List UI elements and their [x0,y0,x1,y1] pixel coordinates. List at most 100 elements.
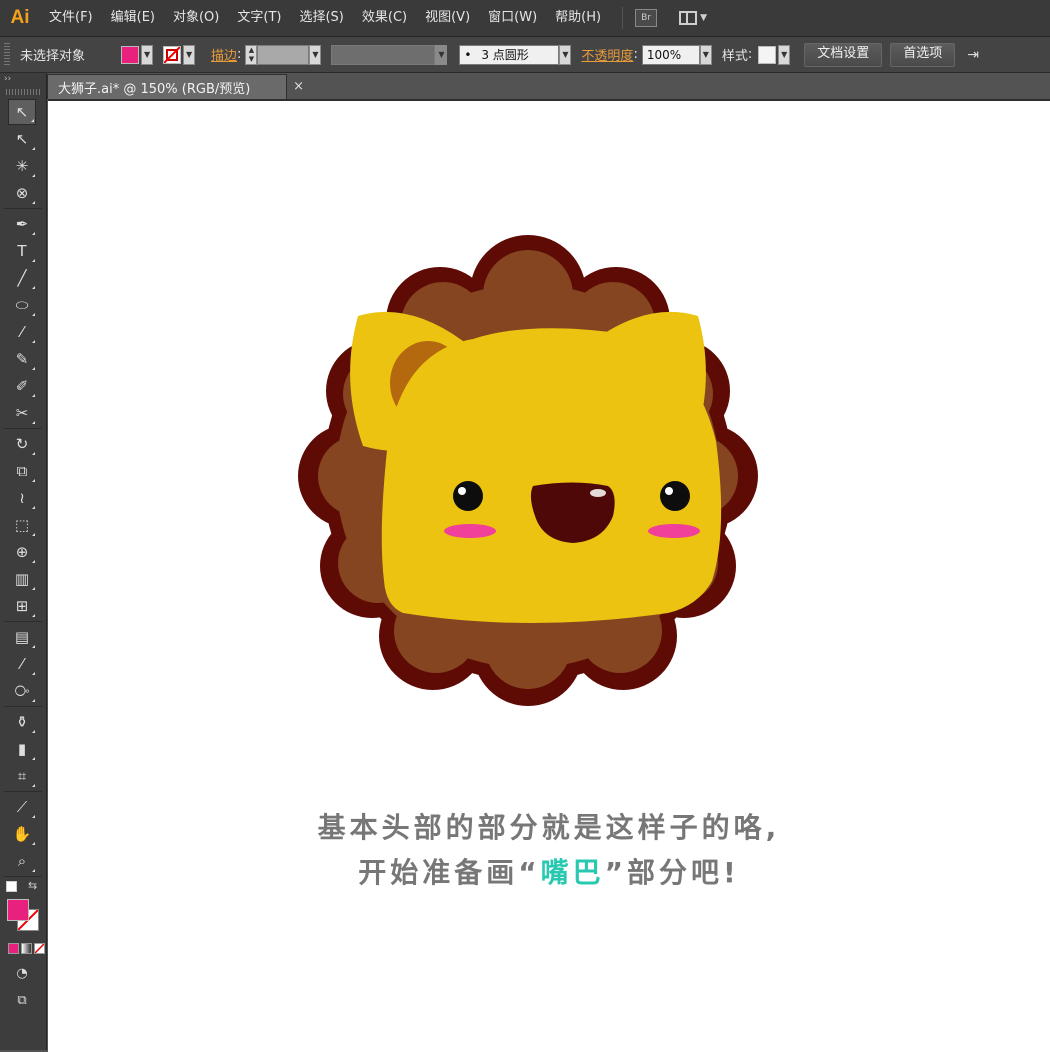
stroke-weight-field[interactable] [257,44,310,65]
screen-mode-icon[interactable]: ⧉ [8,987,36,1013]
pen-tool-icon[interactable]: ✒ [8,211,36,237]
rotate-tool-icon[interactable]: ↻ [8,431,36,457]
tool-separator [4,428,42,429]
caption-highlight: 嘴巴 [540,856,605,889]
scissors-tool-icon[interactable]: ✂ [8,400,36,426]
right-eye [660,481,690,511]
symbol-sprayer-tool-icon[interactable]: ⚱ [8,709,36,735]
fill-box[interactable] [7,899,29,921]
right-cheek [648,524,700,538]
lasso-tool-icon[interactable]: ⊗ [8,180,36,206]
brush-definition-value: 3 点圆形 [481,47,529,62]
width-tool-icon[interactable]: ≀ [8,485,36,511]
opacity-label[interactable]: 不透明度 [581,45,633,64]
menu-effect[interactable]: 效果(C) [353,0,416,36]
opacity-field[interactable]: 100% [641,44,700,65]
stroke-weight-stepper[interactable]: ▲ ▼ [245,44,258,65]
artboard-canvas[interactable]: 基本头部的部分就是这样子的咯, 开始准备画“嘴巴”部分吧! [48,99,1050,1052]
eyedropper-tool-icon[interactable]: ⁄ [8,651,36,677]
colon-separator: : [633,47,638,62]
ellipse-tool-icon[interactable]: ⬭ [8,292,36,318]
free-transform-tool-icon[interactable]: ⬚ [8,512,36,538]
close-icon[interactable]: × [293,79,304,94]
arrange-documents-icon[interactable] [679,11,698,25]
brush-definition-field[interactable]: • 3 点圆形 [459,44,560,65]
column-graph-tool-icon[interactable]: ▮ [8,736,36,762]
direct-selection-tool-icon[interactable]: ↖ [8,126,36,152]
panel-grip[interactable] [4,42,10,67]
magic-wand-tool-icon[interactable]: ✳ [8,153,36,179]
face [381,328,722,623]
brush-definition-dropdown[interactable]: ▼ [559,44,572,65]
fill-dropdown[interactable]: ▼ [141,44,154,65]
panel-menu-icon[interactable]: ⇥ [967,47,979,63]
hand-tool-icon[interactable]: ✋ [8,821,36,847]
line-tool-icon[interactable]: ╱ [8,265,36,291]
tool-separator [4,876,42,877]
opacity-dropdown[interactable]: ▼ [699,44,712,65]
gradient-mode-icon[interactable] [21,943,32,954]
slice-tool-icon[interactable]: ⟋ [8,794,36,820]
perspective-grid-tool-icon[interactable]: ▥ [8,566,36,592]
menu-type[interactable]: 文字(T) [228,0,290,36]
gradient-tool-icon[interactable]: ▤ [8,624,36,650]
color-mode-icon[interactable] [8,943,19,954]
lion-illustration [298,235,758,706]
right-eye-highlight [665,487,673,495]
artboard-tool-icon[interactable]: ⌗ [8,763,36,789]
document-tab[interactable]: 大狮子.ai* @ 150% (RGB/预览) × [47,74,304,99]
variable-width-profile-dropdown[interactable]: ▼ [435,44,448,65]
app-logo: Ai [10,7,30,28]
selection-tool-icon[interactable]: ↖ [8,99,36,125]
menu-window[interactable]: 窗口(W) [479,0,546,36]
tool-separator [4,791,42,792]
no-stroke-icon [164,46,181,63]
preferences-button[interactable]: 首选项 [890,42,956,67]
zoom-tool-icon[interactable]: ⌕ [8,848,36,874]
drawing-mode-icon[interactable]: ◔ [8,960,36,986]
tool-separator [4,706,42,707]
menu-file[interactable]: 文件(F) [40,0,102,36]
blend-tool-icon[interactable]: ⧂ [8,678,36,704]
menu-object[interactable]: 对象(O) [164,0,228,36]
bridge-button[interactable]: Br [635,9,658,27]
default-colors-icon[interactable] [6,881,17,892]
chevron-down-icon[interactable]: ▼ [700,13,707,23]
stroke-dropdown[interactable]: ▼ [183,44,196,65]
mesh-tool-icon[interactable]: ⊞ [8,593,36,619]
collapse-panel-icon[interactable]: ›› [0,73,46,85]
style-label: 样式 [721,49,748,64]
scale-tool-icon[interactable]: ⧉ [8,458,36,484]
document-setup-button[interactable]: 文档设置 [804,42,883,67]
paintbrush-tool-icon[interactable]: ⁄ [8,319,36,345]
tool-separator [4,621,42,622]
none-mode-icon[interactable] [34,943,45,954]
graphic-style-swatch[interactable] [758,45,777,64]
menu-select[interactable]: 选择(S) [290,0,352,36]
stroke-weight-dropdown[interactable]: ▼ [309,44,322,65]
left-eye-highlight [458,487,466,495]
type-tool-icon[interactable]: T [8,238,36,264]
pencil-tool-icon[interactable]: ✎ [8,346,36,372]
variable-width-profile-field[interactable] [331,44,436,65]
shape-builder-tool-icon[interactable]: ⊕ [8,539,36,565]
colon-separator: : [747,47,753,62]
color-mode-buttons [8,943,46,954]
selection-status: 未选择对象 [20,49,86,64]
caption-line-1: 基本头部的部分就是这样子的咯, [317,811,781,844]
caption-line-2-end: ”部分吧! [604,856,740,889]
graphic-style-dropdown[interactable]: ▼ [778,44,791,65]
fill-color-swatch[interactable] [121,45,140,64]
left-eye [453,481,483,511]
menu-edit[interactable]: 编辑(E) [102,0,164,36]
slash-icon [35,944,44,953]
stroke-color-swatch[interactable] [163,45,182,64]
menu-view[interactable]: 视图(V) [416,0,479,36]
stroke-label[interactable]: 描边 [211,45,237,64]
panel-grip[interactable] [6,89,40,95]
menu-separator [622,7,624,29]
swap-colors-icon[interactable]: ⇆ [28,879,37,892]
blob-brush-tool-icon[interactable]: ✐ [8,373,36,399]
tool-separator [4,208,42,209]
menu-help[interactable]: 帮助(H) [546,0,610,36]
